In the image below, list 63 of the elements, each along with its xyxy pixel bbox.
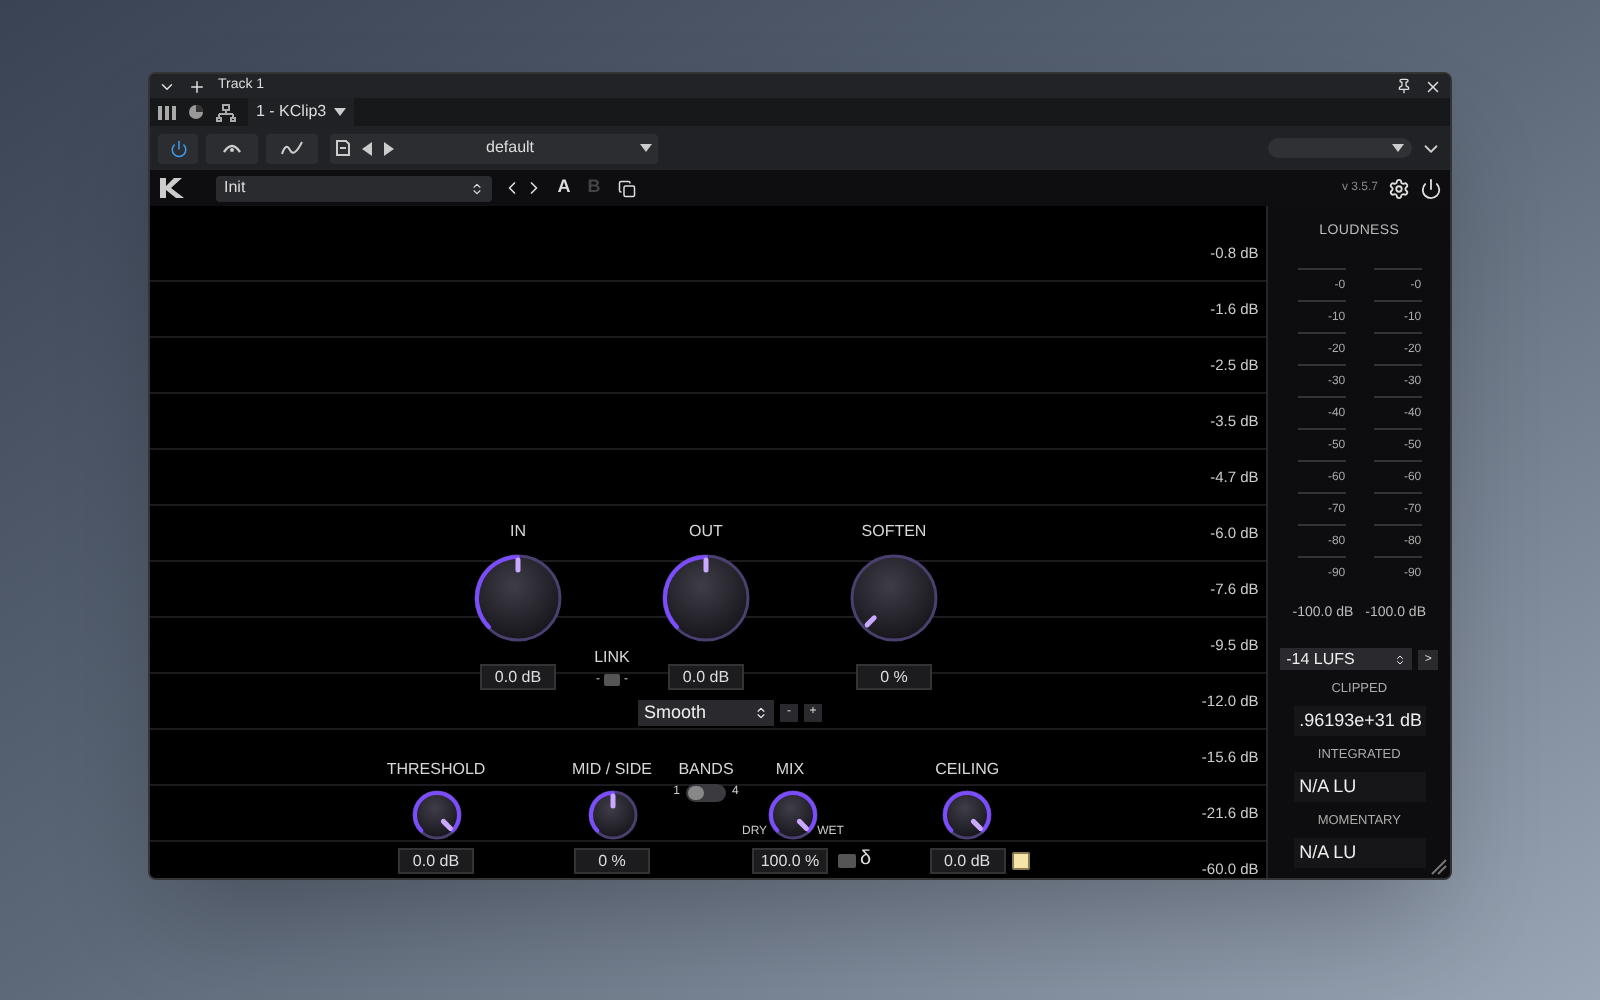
stat-value: .96193e+31 dB: [1293, 706, 1426, 736]
delta-label: δ: [860, 848, 872, 872]
compare-button[interactable]: A: [554, 174, 574, 202]
preset-field[interactable]: Init: [216, 175, 492, 201]
envelope-button[interactable]: [266, 133, 318, 163]
target-dropdown[interactable]: -14 LUFS: [1280, 648, 1413, 670]
hierarchy-icon[interactable]: [216, 103, 236, 121]
value-field[interactable]: 0 %: [856, 664, 932, 690]
knob-indicator: [796, 817, 809, 830]
resize-grip-icon[interactable]: [1428, 856, 1448, 876]
copy-icon[interactable]: [618, 179, 636, 197]
curve-icon: [280, 140, 304, 156]
previous-icon[interactable]: [362, 141, 372, 155]
delta-button[interactable]: [838, 853, 856, 867]
stat-value: N/A LU: [1293, 772, 1426, 802]
power-icon[interactable]: [1420, 177, 1442, 199]
settings-icon[interactable]: [1388, 177, 1410, 199]
caret-icon: [1392, 144, 1404, 152]
toggle-switch[interactable]: [686, 784, 726, 802]
control-label: MIX: [775, 758, 805, 782]
control-label: LINK: [594, 646, 630, 670]
close-icon[interactable]: [1424, 77, 1442, 95]
knob-indicator: [515, 557, 521, 573]
value-field[interactable]: 0.0 dB: [929, 848, 1006, 874]
control-label: OUT: [689, 520, 723, 544]
pin-icon[interactable]: [1396, 78, 1412, 94]
checkbox[interactable]: [1011, 852, 1030, 870]
save-icon[interactable]: [336, 140, 350, 156]
arch-icon: [222, 142, 242, 154]
knob[interactable]: [474, 554, 562, 642]
knob-indicator: [864, 615, 877, 628]
preset-dropdown[interactable]: default: [406, 136, 652, 160]
control-label: CEILING: [935, 758, 1000, 782]
logo-icon: [158, 178, 186, 198]
value-field[interactable]: 0.0 dB: [480, 664, 556, 690]
caret-icon: [640, 144, 652, 152]
control-label: IN: [510, 520, 526, 544]
knob-indicator: [609, 792, 615, 808]
spinner-icon: [470, 181, 484, 195]
control-label: MID / SIDE: [571, 758, 652, 782]
control-label: SOFTEN: [861, 520, 927, 544]
knob-indicator: [971, 817, 984, 830]
knob[interactable]: [662, 554, 750, 642]
caret-icon: [334, 108, 347, 116]
bypass-button[interactable]: [206, 133, 258, 163]
plugin-slot-tab[interactable]: 1 - KClip3: [248, 98, 355, 126]
value-field[interactable]: 100.0 %: [752, 848, 828, 874]
stat-value: N/A LU: [1293, 838, 1426, 868]
add-icon[interactable]: [188, 77, 206, 95]
value-field[interactable]: 0.0 dB: [668, 664, 744, 690]
value-field[interactable]: 0 %: [574, 848, 650, 874]
value-field[interactable]: 0.0 dB: [398, 848, 474, 874]
mode-dropdown[interactable]: Smooth: [638, 700, 774, 726]
power-button[interactable]: [158, 133, 198, 163]
columns-icon[interactable]: [158, 105, 176, 119]
knob[interactable]: [587, 789, 637, 839]
knob-indicator: [703, 557, 709, 573]
pie-icon[interactable]: [188, 104, 204, 120]
control-label: BANDS: [678, 758, 734, 782]
spinner-icon: [754, 706, 768, 720]
knob-indicator: [439, 817, 452, 830]
next-icon[interactable]: [384, 141, 394, 155]
control-label: THRESHOLD: [386, 758, 486, 782]
